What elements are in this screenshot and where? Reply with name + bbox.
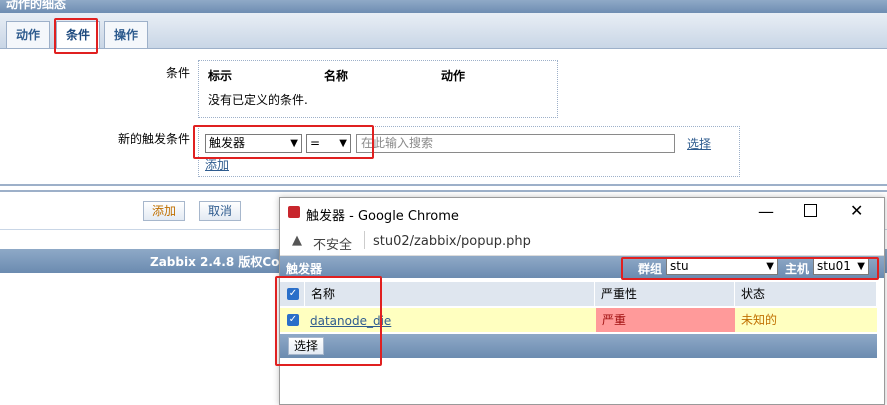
severity-cell: 严重 [596, 308, 735, 332]
trigger-search-input[interactable]: 在此输入搜索 [356, 134, 675, 153]
highlight-trigger-list [275, 276, 382, 366]
popup-url[interactable]: stu02/zabbix/popup.php [373, 234, 531, 249]
minimize-icon[interactable]: — [758, 202, 774, 221]
zabbix-icon [288, 206, 300, 218]
new-trigger-label: 新的触发条件 [117, 132, 190, 146]
conditions-box: 标示 名称 动作 没有已定义的条件. [198, 60, 558, 118]
tab-strip: 动作 条件 操作 [0, 13, 887, 49]
trigger-popup-window: 触发器 - Google Chrome — ✕ ▲ 不安全 stu02/zabb… [275, 197, 885, 405]
popup-titlebar: 触发器 - Google Chrome — ✕ [280, 198, 884, 227]
status-cell: 未知的 [741, 313, 778, 327]
divider [364, 231, 365, 249]
highlight-trigger-select [193, 125, 374, 159]
page-title: 动作的细态 [6, 0, 67, 11]
highlight-conditions-tab [54, 18, 98, 54]
page-header-bar: 动作的细态 [0, 0, 887, 13]
col-header-action: 动作 [441, 69, 466, 83]
popup-header-title: 触发器 [286, 262, 323, 276]
footer-copyright: Zabbix 2.4.8 版权Co [150, 255, 280, 269]
warning-icon: ▲ [292, 233, 302, 248]
tab-action[interactable]: 动作 [6, 21, 51, 48]
popup-address-bar: ▲ 不安全 stu02/zabbix/popup.php [280, 227, 884, 256]
divider [0, 190, 887, 192]
conditions-label: 条件 [165, 66, 190, 80]
col-header-status[interactable]: 状态 [735, 282, 877, 306]
col-header-severity[interactable]: 严重性 [595, 282, 735, 306]
select-link[interactable]: 选择 [687, 135, 711, 152]
highlight-host-filter [621, 257, 879, 280]
close-icon[interactable]: ✕ [850, 201, 863, 220]
col-header-name: 名称 [324, 69, 349, 83]
maximize-icon[interactable] [804, 204, 817, 217]
empty-conditions-text: 没有已定义的条件. [208, 93, 308, 107]
popup-title: 触发器 - Google Chrome [306, 209, 459, 224]
insecure-label: 不安全 [313, 238, 353, 253]
col-header-id: 标示 [208, 69, 233, 83]
divider [0, 184, 887, 186]
tab-operations[interactable]: 操作 [104, 21, 149, 48]
add-button[interactable]: 添加 [143, 201, 186, 221]
cancel-button[interactable]: 取消 [199, 201, 242, 221]
